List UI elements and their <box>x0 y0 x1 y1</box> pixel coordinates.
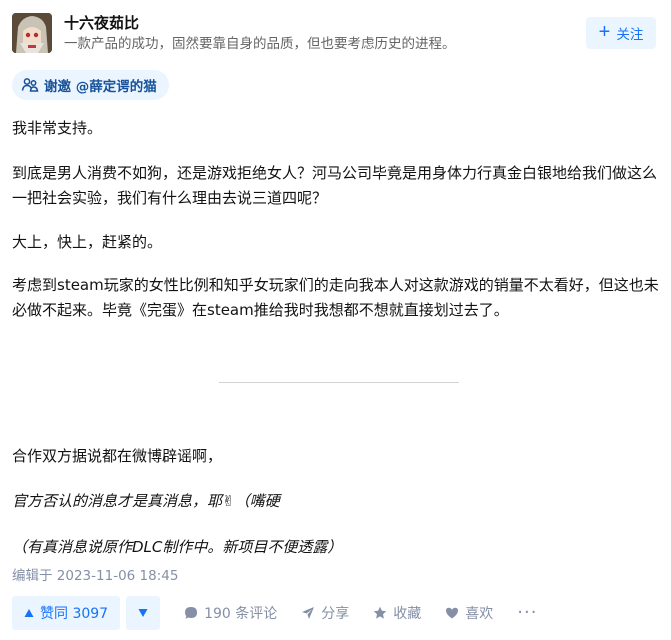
paragraph-italic: 官方否认的消息才是真消息，耶✌（嘴硬 <box>12 489 280 514</box>
like-label: 喜欢 <box>465 606 494 622</box>
share-button[interactable]: 分享 <box>301 603 349 623</box>
comments-button[interactable]: 190 条评论 <box>184 603 277 623</box>
collect-button[interactable]: 收藏 <box>373 603 421 623</box>
invite-badge[interactable]: 谢邀 @薛定谔的猫 <box>12 70 169 100</box>
paragraph-italic: （有真消息说原作DLC制作中。新项目不便透露） <box>12 538 343 556</box>
comments-label: 190 条评论 <box>204 606 278 622</box>
paragraph: 我非常支持。 <box>12 119 103 137</box>
avatar-image <box>12 13 52 53</box>
paragraph: 到底是男人消费不如狗，还是游戏拒绝女人？河马公司毕竟是用身体力行真金白银地给我们… <box>12 164 658 207</box>
victory-hand-emoji: ✌ <box>222 492 235 510</box>
author-name[interactable]: 十六夜茹比 <box>64 13 139 33</box>
paragraph: 考虑到steam玩家的女性比例和知乎女玩家们的走向我本人对这款游戏的销量不太看好… <box>12 276 659 319</box>
edited-timestamp[interactable]: 编辑于 2023-11-06 18:45 <box>12 567 178 585</box>
avatar[interactable] <box>12 13 52 53</box>
content-divider <box>219 382 459 383</box>
plus-icon: + <box>598 21 611 43</box>
triangle-down-icon <box>138 609 148 617</box>
paragraph: 合作双方据说都在微博辟谣啊， <box>12 447 223 465</box>
heart-icon <box>446 607 459 619</box>
action-bar: 赞同 3097 190 条评论 分享 收藏 喜欢 ··· <box>12 596 662 630</box>
follow-button[interactable]: + 关注 <box>586 17 656 49</box>
vote-up-button[interactable]: 赞同 3097 <box>12 596 121 630</box>
italic-text: 官方否认的消息才是真消息，耶 <box>12 492 223 510</box>
author-bio: 一款产品的成功，固然要靠自身的品质，但也要考虑历史的进程。 <box>64 36 456 52</box>
more-options-icon[interactable]: ··· <box>517 604 537 622</box>
share-label: 分享 <box>321 606 350 622</box>
vote-down-button[interactable] <box>126 596 161 630</box>
comment-icon <box>185 607 198 619</box>
share-icon <box>302 607 315 619</box>
collect-label: 收藏 <box>393 606 422 622</box>
star-icon <box>374 606 387 619</box>
italic-tail: （嘴硬 <box>234 492 280 510</box>
answer-author-header: 十六夜茹比 一款产品的成功，固然要靠自身的品质，但也要考虑历史的进程。 + 关注 <box>12 13 662 55</box>
vote-up-label: 赞同 3097 <box>40 606 109 622</box>
follow-label: 关注 <box>616 27 644 42</box>
invite-icon <box>21 78 39 92</box>
like-button[interactable]: 喜欢 <box>445 603 493 623</box>
triangle-up-icon <box>24 609 34 617</box>
invite-label: 谢邀 @薛定谔的猫 <box>44 79 157 95</box>
paragraph: 大上，快上，赶紧的。 <box>12 233 163 251</box>
